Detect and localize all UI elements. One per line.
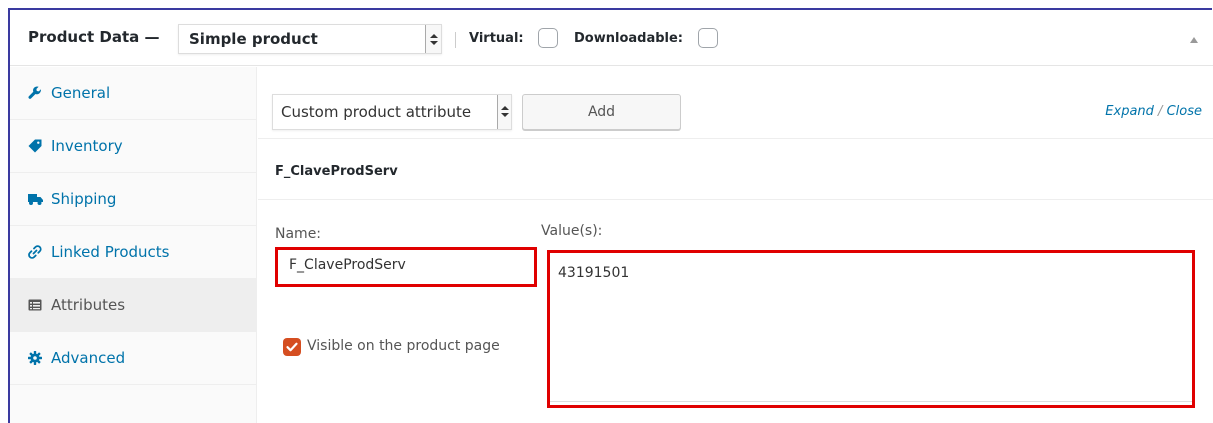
tab-advanced[interactable]: Advanced [10,332,256,385]
virtual-checkbox[interactable] [538,28,558,48]
truck-icon [28,192,43,206]
link-separator: / [1158,104,1163,119]
tab-attributes[interactable]: Attributes [10,279,256,332]
visible-on-product-page-label: Visible on the product page [307,338,500,354]
tab-shipping[interactable]: Shipping [10,173,256,226]
tab-general-label: General [51,84,111,102]
panel-title: Product Data — [28,28,160,46]
attribute-values-text: 43191501 [558,265,630,281]
tab-shipping-label: Shipping [51,190,117,208]
attributes-toolbar: Custom product attribute Add Expand / Cl… [258,67,1213,139]
tab-inventory-label: Inventory [51,137,123,155]
list-icon [28,298,42,312]
gear-icon [28,351,42,365]
values-label: Value(s): [541,223,603,239]
expand-close-links: Expand / Close [1105,104,1202,119]
downloadable-label: Downloadable: [574,31,684,46]
collapse-arrow-icon[interactable] [1190,37,1198,43]
attributes-panel: Custom product attribute Add Expand / Cl… [258,67,1213,423]
tag-icon [28,139,42,153]
close-link[interactable]: Close [1167,104,1202,119]
select-arrows-icon [497,95,511,129]
link-icon [28,245,42,259]
product-type-value: Simple product [189,30,318,48]
product-type-select[interactable]: Simple product [178,24,442,54]
wrench-icon [28,86,42,100]
expand-link[interactable]: Expand [1105,104,1154,119]
tab-linked-products[interactable]: Linked Products [10,226,256,279]
textarea-bottom-edge [550,401,1192,402]
product-data-header: Product Data — Simple product Virtual: D… [10,10,1213,66]
virtual-label: Virtual: [469,31,524,46]
attribute-name-input[interactable]: F_ClaveProdServ [275,247,537,287]
tab-inventory[interactable]: Inventory [10,120,256,173]
add-attribute-button[interactable]: Add [522,94,681,130]
tab-advanced-label: Advanced [51,349,126,367]
visible-on-product-page-checkbox[interactable] [283,338,301,356]
attribute-values-textarea[interactable]: 43191501 [547,250,1195,408]
tab-general[interactable]: General [10,67,256,120]
attribute-header[interactable]: F_ClaveProdServ [258,140,1213,200]
tab-attributes-label: Attributes [51,296,126,314]
select-arrows-icon [425,25,441,53]
tab-linked-products-label: Linked Products [51,243,170,261]
product-data-panel: Product Data — Simple product Virtual: D… [8,8,1213,423]
downloadable-checkbox[interactable] [698,28,718,48]
attribute-title: F_ClaveProdServ [275,164,398,179]
attribute-select-value: Custom product attribute [281,103,472,121]
name-label: Name: [275,226,322,242]
attribute-taxonomy-select[interactable]: Custom product attribute [272,94,512,130]
checkmark-icon [286,342,298,352]
header-divider [455,32,456,48]
product-data-tabs: General Inventory Shipping Linked Produc… [10,67,257,423]
